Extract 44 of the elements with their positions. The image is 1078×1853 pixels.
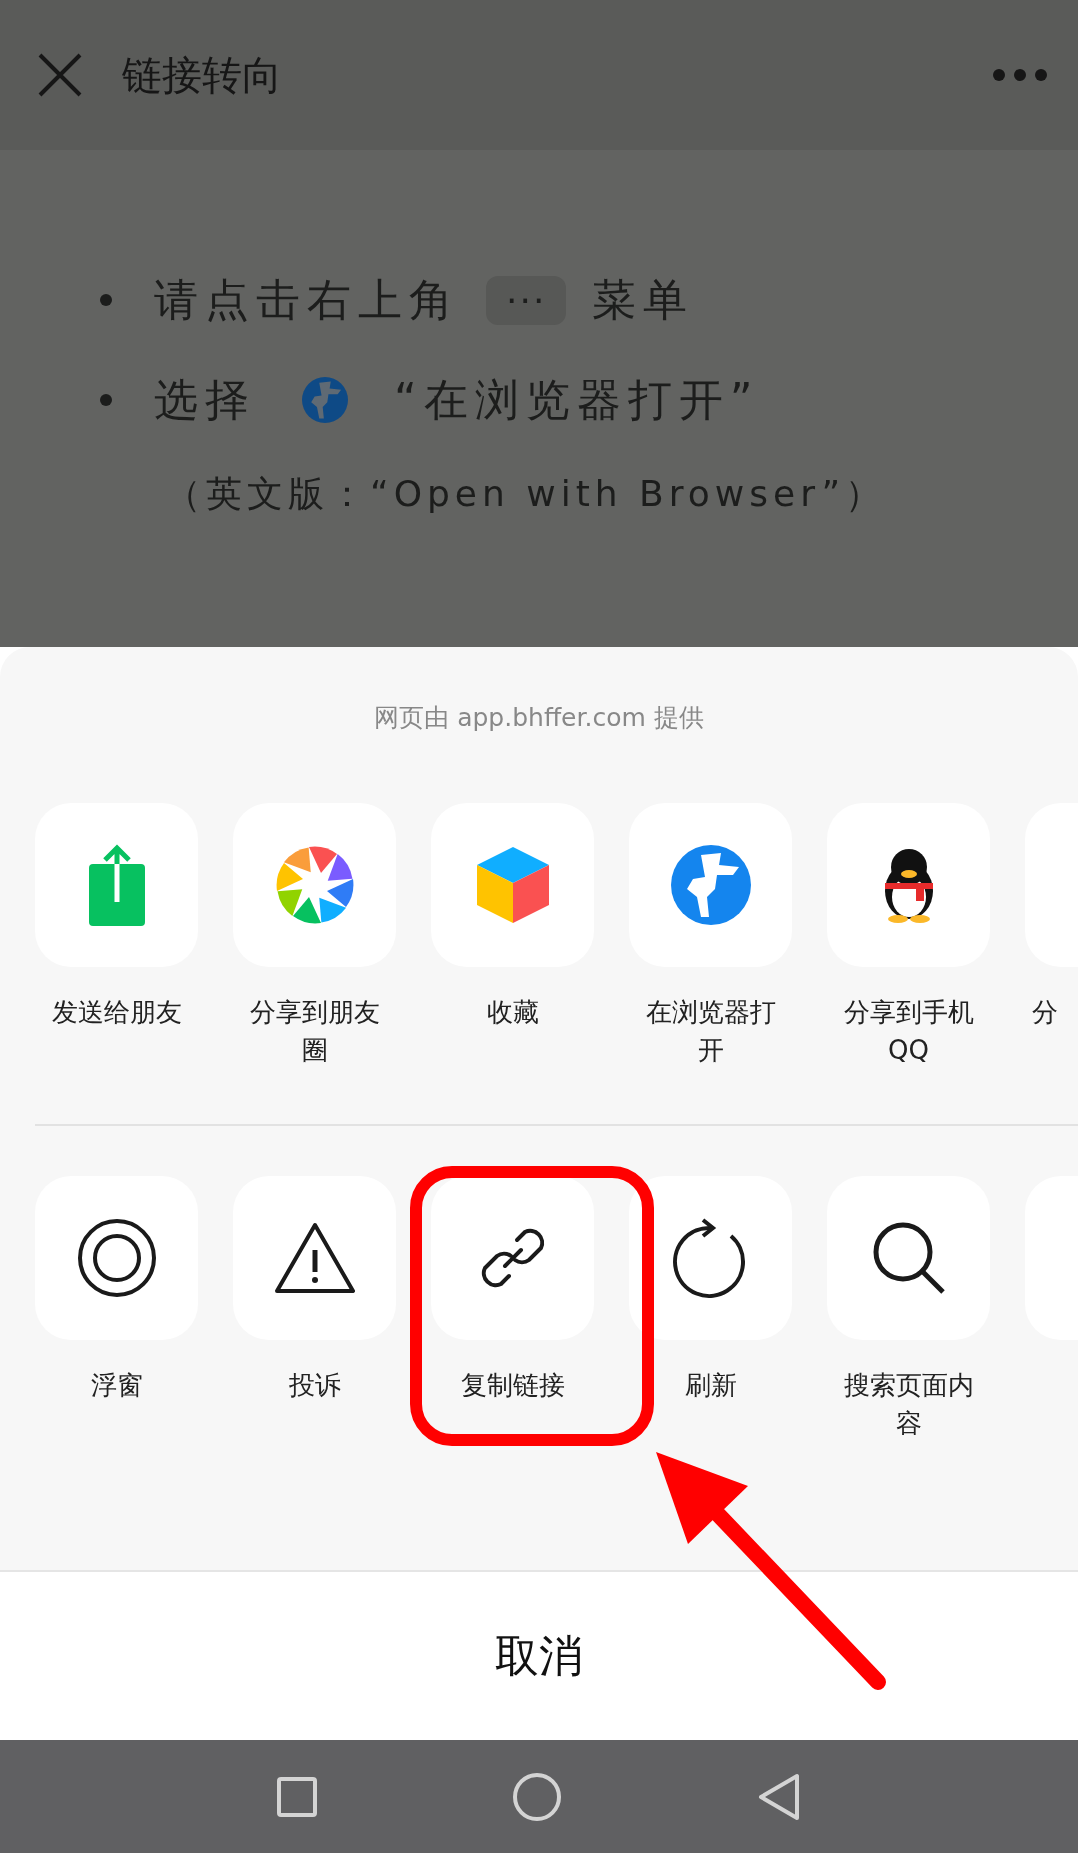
menu-label: 在浏览器打开 bbox=[644, 996, 777, 1067]
home-icon[interactable] bbox=[512, 1771, 562, 1822]
share-icon bbox=[88, 844, 145, 926]
cube-icon bbox=[474, 845, 551, 925]
warning-icon bbox=[273, 1222, 356, 1294]
more-icon[interactable] bbox=[992, 68, 1048, 82]
close-icon[interactable] bbox=[36, 51, 84, 99]
bullet-icon bbox=[100, 394, 112, 406]
menu-tile[interactable] bbox=[431, 1176, 594, 1340]
menu-label: 收藏 bbox=[485, 996, 540, 1029]
ring-icon bbox=[76, 1218, 157, 1298]
menu-tile[interactable] bbox=[35, 803, 198, 967]
cancel-button[interactable]: 取消 bbox=[0, 1570, 1078, 1740]
menu-tile[interactable] bbox=[629, 1176, 792, 1340]
instruction-text: 请点击右上角 bbox=[154, 272, 460, 327]
menu-tile[interactable] bbox=[827, 803, 990, 967]
menu-label: 分 bbox=[1031, 996, 1059, 1029]
menu-tile[interactable] bbox=[35, 1176, 198, 1340]
globe-icon bbox=[302, 377, 348, 423]
page-title: 链接转向 bbox=[122, 50, 283, 100]
menu-label: 复制链接 bbox=[459, 1369, 566, 1402]
menu-label: 分享到手机QQ bbox=[842, 996, 975, 1067]
instruction-text: 菜单 bbox=[592, 272, 695, 327]
menu-tile[interactable] bbox=[629, 803, 792, 967]
bullet-icon bbox=[100, 294, 112, 306]
aperture-icon bbox=[274, 845, 355, 925]
sheet-caption: 网页由 app.bhffer.com 提供 bbox=[373, 702, 705, 731]
note-text: （英文版：“Open with Browser”） bbox=[164, 472, 888, 516]
menu-label: 发送给朋友 bbox=[50, 996, 183, 1029]
menu-label: 搜索页面内容 bbox=[842, 1369, 975, 1440]
back-icon[interactable] bbox=[756, 1772, 801, 1821]
menu-label: 浮窗 bbox=[89, 1369, 144, 1402]
menu-badge: ··· bbox=[486, 275, 567, 325]
menu-label: 分享到朋友圈 bbox=[248, 996, 381, 1067]
menu-tile[interactable] bbox=[233, 803, 396, 967]
menu-tile[interactable] bbox=[233, 1176, 396, 1340]
menu-label: 投诉 bbox=[287, 1369, 342, 1402]
square-icon[interactable] bbox=[277, 1776, 318, 1817]
menu-label: 刷新 bbox=[683, 1369, 738, 1402]
instruction-text: 选择 bbox=[154, 372, 256, 427]
menu-tile[interactable] bbox=[827, 1176, 990, 1340]
instruction-text: “在浏览器打开” bbox=[394, 372, 760, 427]
globe-icon bbox=[670, 845, 751, 925]
menu-tile[interactable] bbox=[431, 803, 594, 967]
